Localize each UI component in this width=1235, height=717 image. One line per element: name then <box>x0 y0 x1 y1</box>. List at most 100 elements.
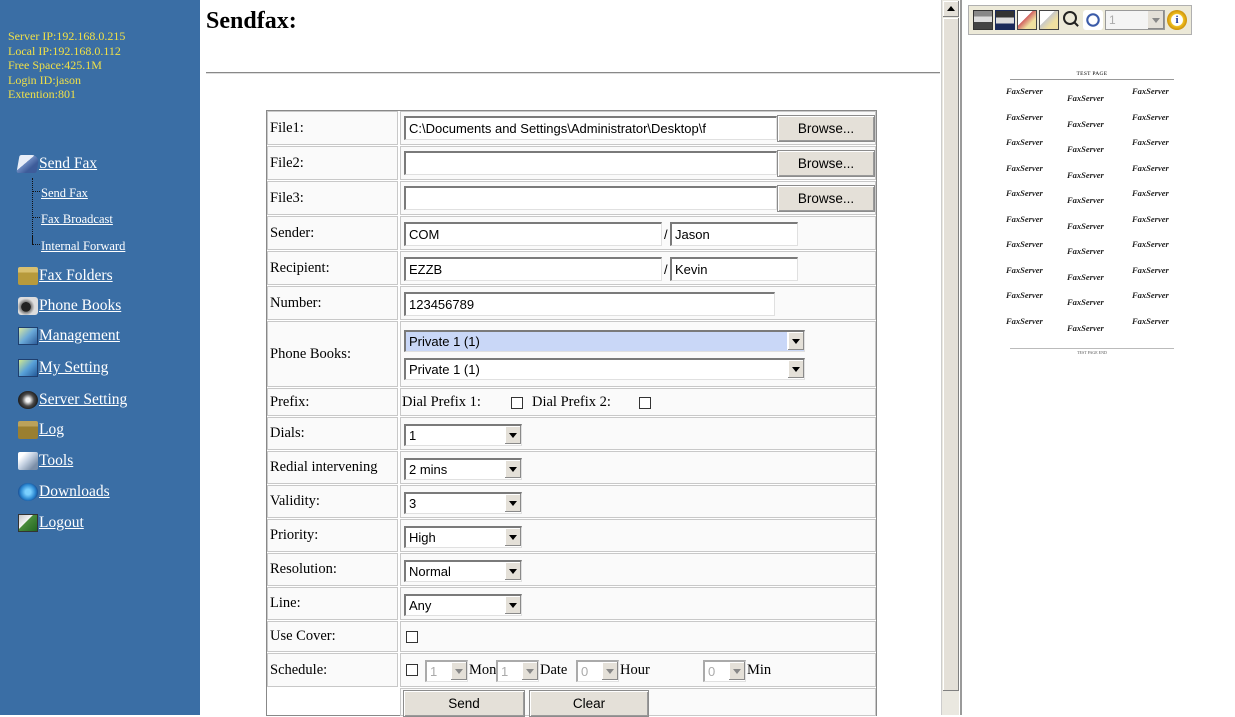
line-cell: Any <box>400 587 876 620</box>
submenu-fax-broadcast[interactable]: Fax Broadcast <box>32 209 113 227</box>
recipient-name-input[interactable]: Kevin <box>670 257 798 281</box>
sender-company-input[interactable]: COM <box>404 222 662 246</box>
mon-label: Mon <box>469 662 497 678</box>
line-select[interactable]: Any <box>404 594 522 616</box>
tree-branch <box>32 183 40 192</box>
menu-server-setting[interactable]: Server Setting <box>18 388 127 412</box>
phone-books-cell: Private 1 (1) Private 1 (1) <box>400 321 876 387</box>
menu-downloads[interactable]: Downloads <box>18 480 110 504</box>
chevron-down-icon[interactable] <box>601 662 618 680</box>
use-cover-checkbox[interactable] <box>406 631 418 643</box>
menu-label: Logout <box>39 514 84 531</box>
chevron-down-icon[interactable] <box>504 596 521 614</box>
menu-management[interactable]: Management <box>18 324 120 348</box>
menu-my-setting[interactable]: My Setting <box>18 356 108 380</box>
page-title: Sendfax: <box>206 8 297 34</box>
chevron-down-icon[interactable] <box>521 662 538 680</box>
submenu-send-fax[interactable]: Send Fax <box>32 183 88 201</box>
fax-watermark-text: FaxServer <box>1067 297 1104 307</box>
chevron-down-icon[interactable] <box>504 494 521 512</box>
recipient-company-input[interactable]: EZZB <box>404 257 662 281</box>
file1-input[interactable]: C:\Documents and Settings\Administrator\… <box>404 116 777 140</box>
vertical-scrollbar[interactable] <box>941 0 959 715</box>
save-icon[interactable] <box>995 10 1015 30</box>
page-select[interactable]: 1 <box>1105 10 1165 30</box>
menu-logout[interactable]: Logout <box>18 511 84 535</box>
print-icon[interactable] <box>973 10 993 30</box>
paste-icon[interactable] <box>1039 10 1059 30</box>
goto-page-icon[interactable] <box>1083 10 1103 30</box>
chevron-down-icon[interactable] <box>450 662 467 680</box>
sender-cell: COM / Jason <box>400 216 876 250</box>
priority-select[interactable]: High <box>404 526 522 548</box>
zoom-icon[interactable] <box>1061 10 1081 30</box>
file1-label: File1: <box>267 111 398 145</box>
chevron-down-icon[interactable] <box>1148 11 1164 29</box>
chevron-down-icon[interactable] <box>728 662 745 680</box>
row-priority: Priority: High <box>267 519 876 552</box>
menu-label: Fax Folders <box>39 267 113 284</box>
fax-watermark-text: FaxServer <box>1132 213 1169 224</box>
chevron-down-icon[interactable] <box>504 460 521 478</box>
redial-select[interactable]: 2 mins <box>404 458 522 480</box>
fax-watermark-text: FaxServer <box>1006 86 1043 96</box>
dial-prefix-1-checkbox[interactable] <box>511 397 523 409</box>
schedule-min-select[interactable]: 0 <box>703 660 746 682</box>
schedule-hour-select[interactable]: 0 <box>576 660 619 682</box>
chevron-down-icon[interactable] <box>787 360 804 378</box>
schedule-month-select[interactable]: 1 <box>425 660 468 682</box>
send-button[interactable]: Send <box>403 690 525 717</box>
menu-send-fax[interactable]: Send Fax <box>16 152 97 176</box>
submenu-label: Fax Broadcast <box>41 212 113 226</box>
row-prefix: Prefix: Dial Prefix 1: Dial Prefix 2: <box>267 388 876 416</box>
schedule-checkbox[interactable] <box>406 664 418 676</box>
submenu-internal-forward[interactable]: Internal Forward <box>32 236 125 254</box>
browse-button-1[interactable]: Browse... <box>777 115 875 142</box>
browse-button-2[interactable]: Browse... <box>777 150 875 177</box>
actions-cell: Send Clear <box>400 688 876 717</box>
menu-tools[interactable]: Tools <box>18 449 73 473</box>
validity-select[interactable]: 3 <box>404 492 522 514</box>
schedule-date-select[interactable]: 1 <box>496 660 539 682</box>
fax-watermark-text: FaxServer <box>1067 169 1104 180</box>
clear-button[interactable]: Clear <box>529 690 649 717</box>
management-icon <box>18 327 38 345</box>
dials-select[interactable]: 1 <box>404 424 522 446</box>
fax-watermark-text: FaxServer <box>1067 118 1104 129</box>
line-label: Line: <box>267 587 398 620</box>
phone-books-label: Phone Books: <box>267 321 398 387</box>
priority-cell: High <box>400 519 876 552</box>
number-input[interactable]: 123456789 <box>404 292 775 316</box>
chevron-down-icon[interactable] <box>504 562 521 580</box>
row-phone-books: Phone Books: Private 1 (1) Private 1 (1) <box>267 321 876 387</box>
scroll-thumb[interactable] <box>943 18 959 691</box>
tree-branch <box>32 209 40 218</box>
menu-fax-folders[interactable]: Fax Folders <box>18 264 113 288</box>
log-icon <box>18 421 38 439</box>
chevron-down-icon[interactable] <box>504 426 521 444</box>
fax-watermark-text: FaxServer <box>1067 220 1104 231</box>
copy-icon[interactable] <box>1017 10 1037 30</box>
file3-input[interactable] <box>404 186 777 210</box>
scroll-up-arrow-icon[interactable] <box>943 1 959 17</box>
row-file3: File3: Browse... <box>267 181 876 215</box>
use-cover-label: Use Cover: <box>267 621 398 652</box>
dial-prefix-2-checkbox[interactable] <box>639 397 651 409</box>
dial-prefix-1-label: Dial Prefix 1: <box>402 394 481 410</box>
validity-label: Validity: <box>267 485 398 518</box>
sender-name-input[interactable]: Jason <box>670 222 798 246</box>
chevron-down-icon[interactable] <box>504 528 521 546</box>
menu-log[interactable]: Log <box>18 418 64 442</box>
phone-book-select-1[interactable]: Private 1 (1) <box>404 330 805 352</box>
info-icon[interactable]: i <box>1167 10 1187 30</box>
file2-input[interactable] <box>404 151 777 175</box>
resolution-select[interactable]: Normal <box>404 560 522 582</box>
recipient-label: Recipient: <box>267 251 398 285</box>
browse-button-3[interactable]: Browse... <box>777 185 875 212</box>
fax-preview-pane: 1 i TEST PAGE FaxServer FaxServer FaxServe… <box>960 0 1235 715</box>
phone-book-select-2[interactable]: Private 1 (1) <box>404 358 805 380</box>
menu-phone-books[interactable]: Phone Books <box>18 294 121 318</box>
row-actions: Send Clear <box>267 688 876 717</box>
chevron-down-icon[interactable] <box>787 332 804 350</box>
select-value: Private 1 (1) <box>409 362 480 377</box>
